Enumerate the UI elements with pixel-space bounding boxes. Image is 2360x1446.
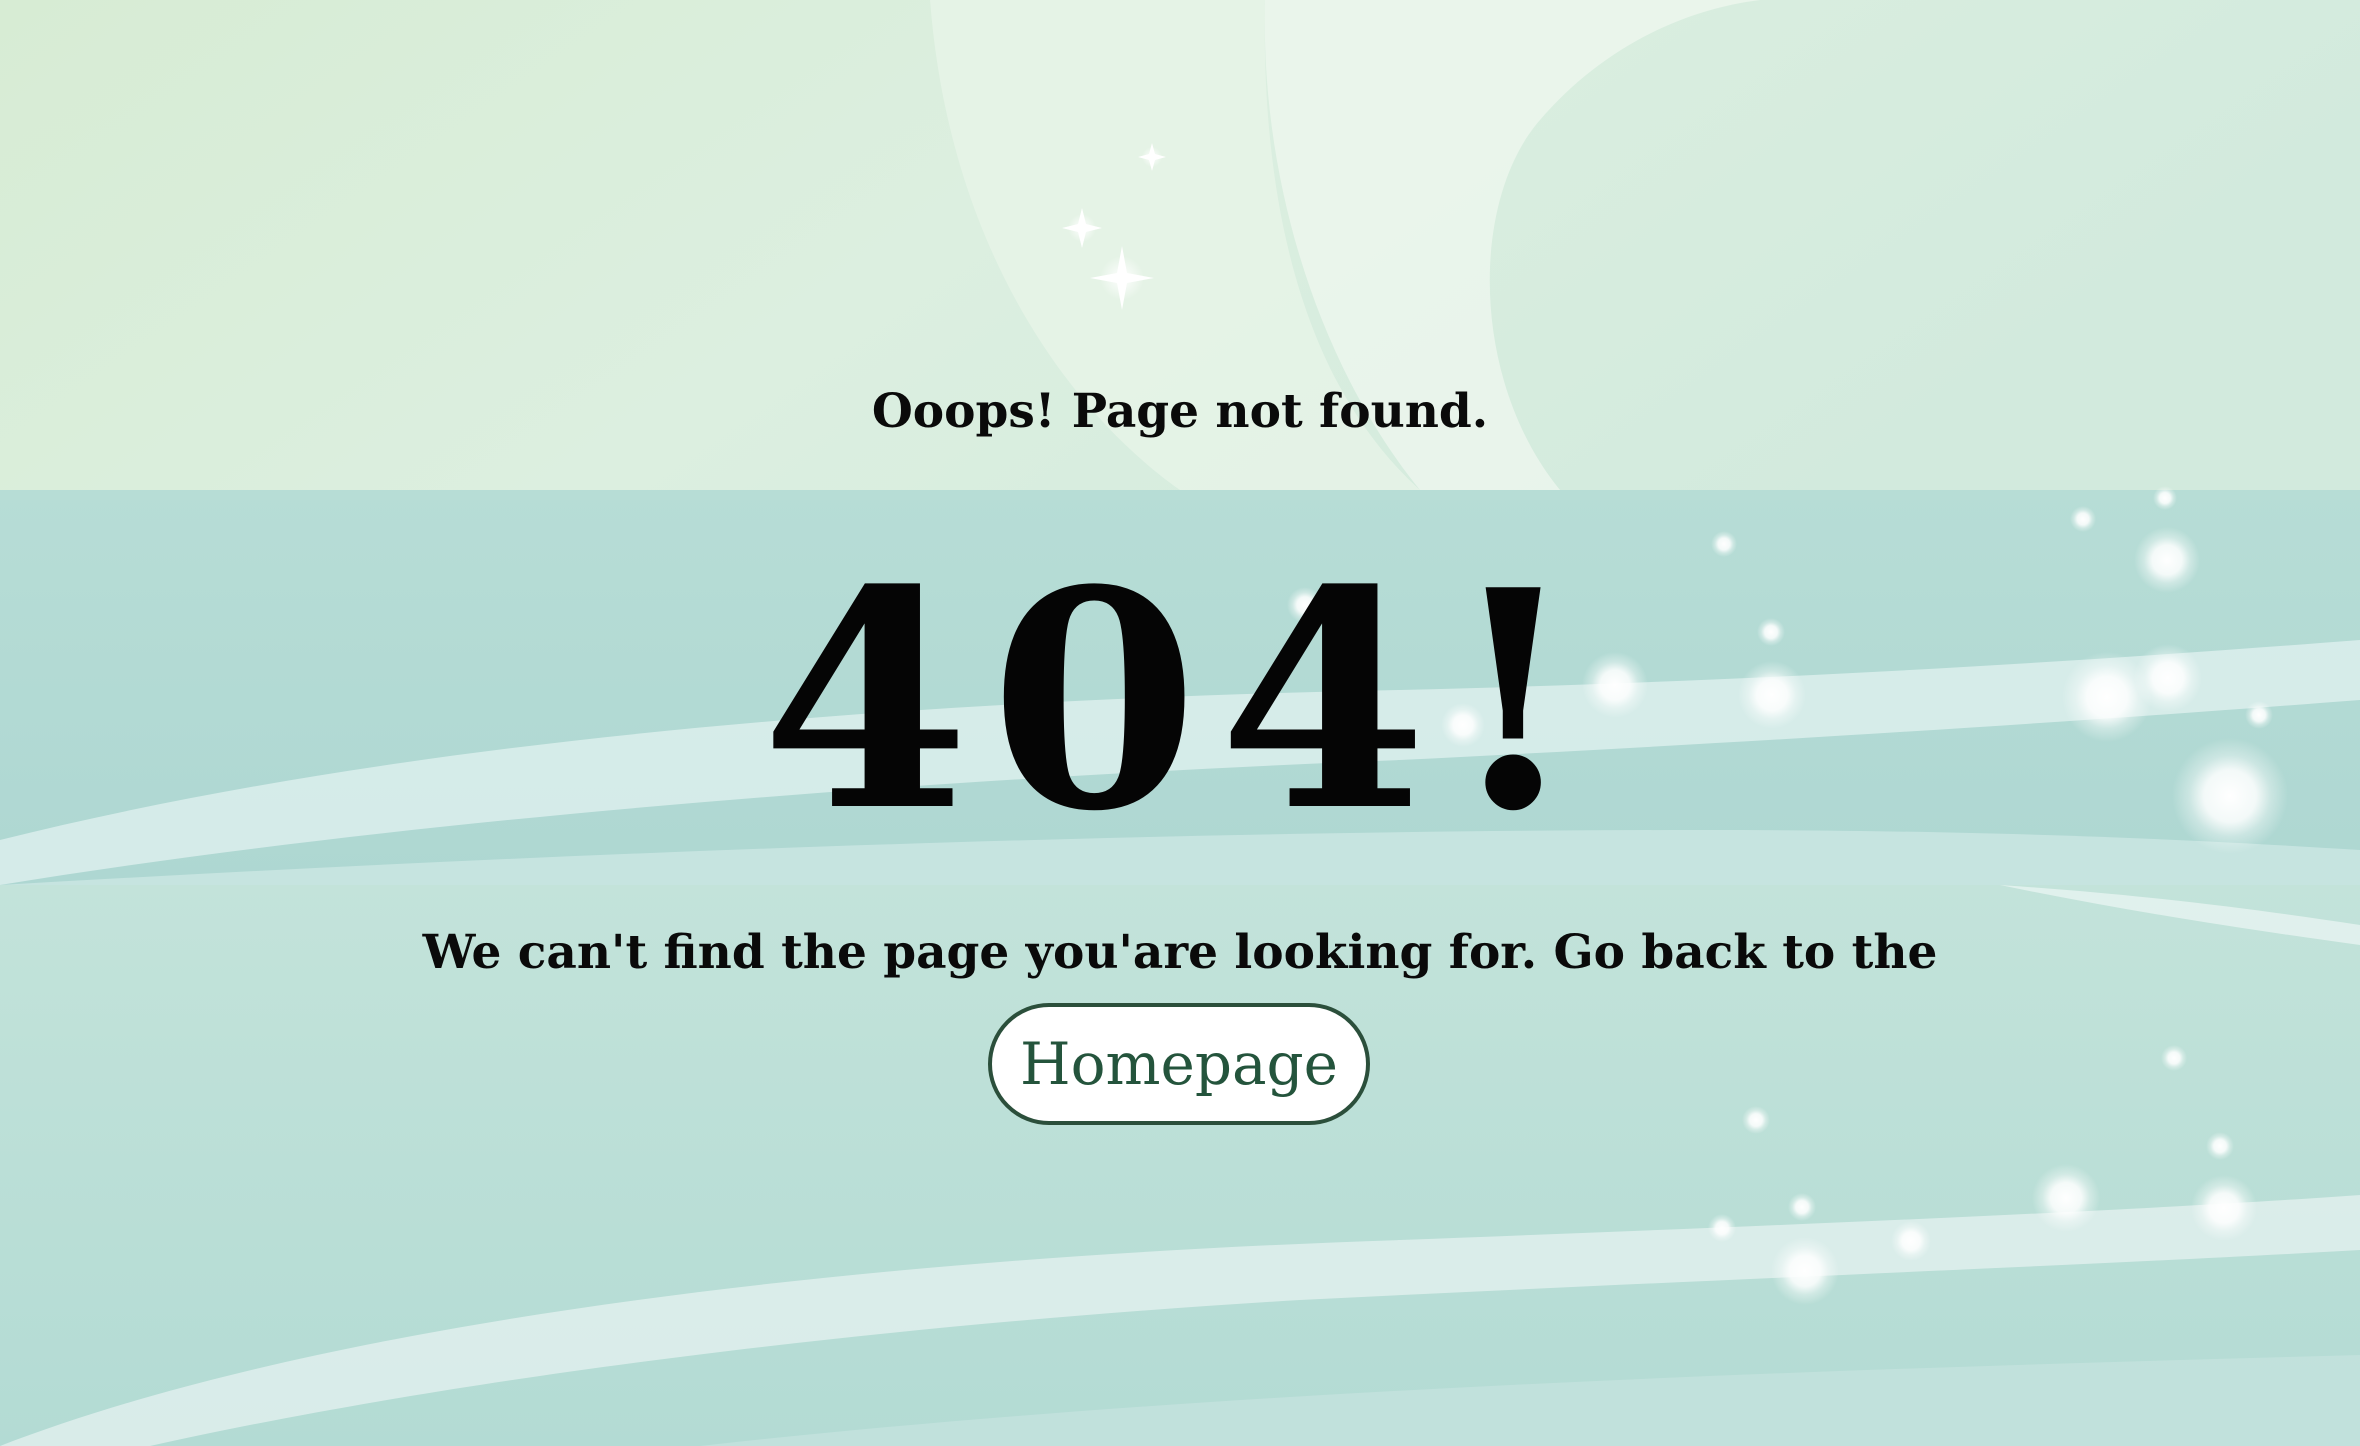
homepage-button[interactable]: Homepage — [988, 1003, 1370, 1125]
not-found-page: Ooops! Page not found. 404! We can't fin… — [0, 0, 2360, 1446]
error-message: We can't find the page you'are looking f… — [422, 925, 1938, 980]
page-subtitle: Ooops! Page not found. — [871, 384, 1489, 439]
error-code-heading: 404! — [761, 524, 1599, 877]
